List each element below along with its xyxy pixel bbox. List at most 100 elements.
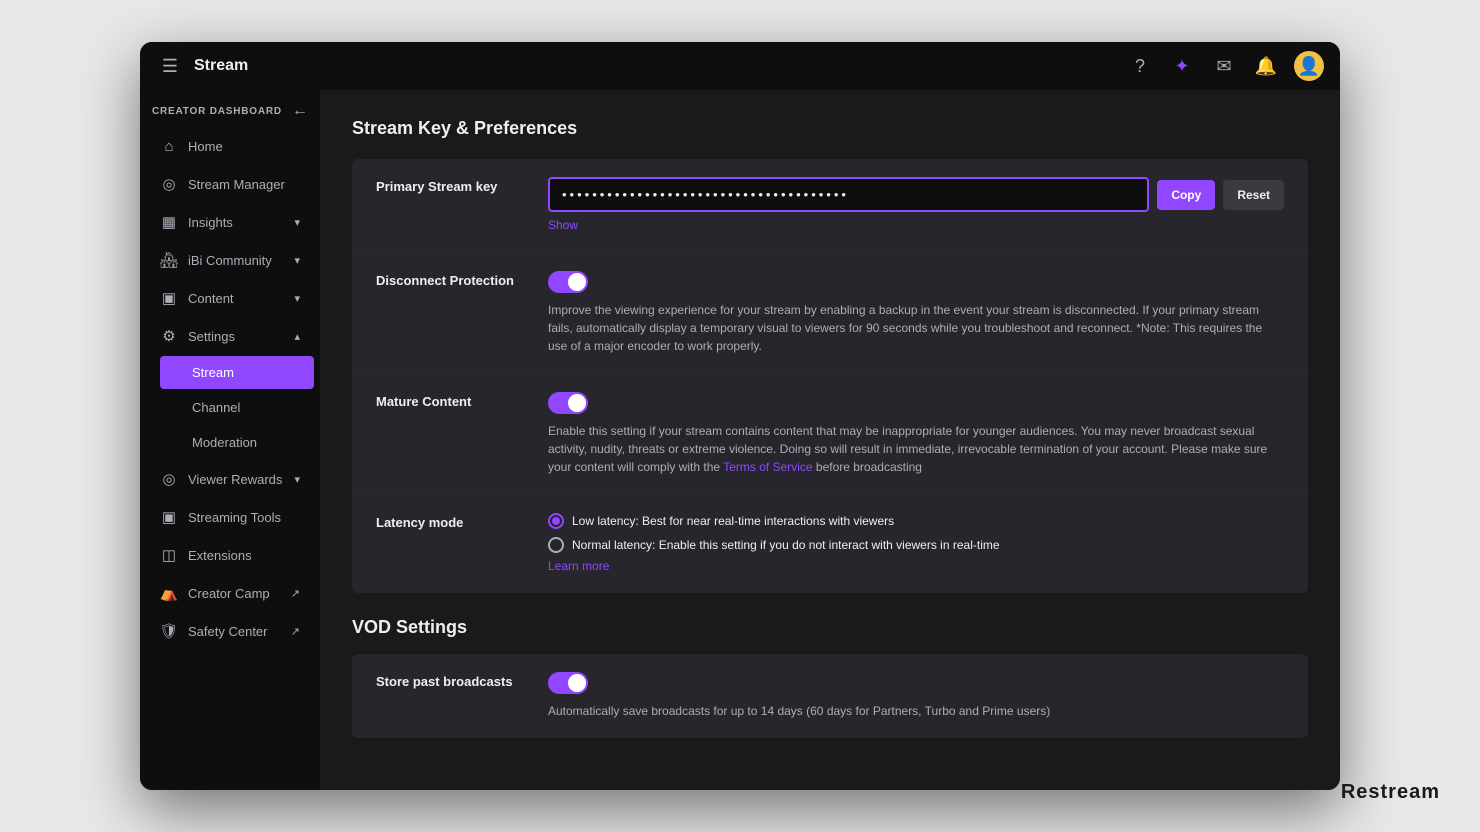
learn-more-link[interactable]: Learn more	[548, 559, 609, 573]
external-link-icon: ↗	[291, 625, 300, 638]
store-broadcasts-toggle[interactable]	[548, 672, 588, 694]
radio-normal-circle	[548, 537, 564, 553]
creator-camp-icon: ⛺	[160, 584, 178, 602]
toggle-knob	[568, 394, 586, 412]
main-window: ☰ Stream ? ✦ ✉ 🔔 👤 Creator Dashboard ← ⌂…	[140, 42, 1340, 790]
sidebar-item-safety-center[interactable]: 🛡 Safety Center ↗	[146, 613, 314, 649]
mature-content-row: Mature Content Enable this setting if yo…	[352, 374, 1308, 495]
content-icon: ▣	[160, 289, 178, 307]
mature-content-label: Mature Content	[376, 392, 536, 409]
toggle-knob	[568, 674, 586, 692]
sidebar-item-label: Home	[188, 139, 223, 154]
viewer-rewards-icon: ◎	[160, 470, 178, 488]
sidebar-item-label: Creator Camp	[188, 586, 270, 601]
sidebar-item-viewer-rewards[interactable]: ◎ Viewer Rewards ▾	[146, 461, 314, 497]
sidebar-item-label: Stream Manager	[188, 177, 285, 192]
titlebar: ☰ Stream ? ✦ ✉ 🔔 👤	[140, 42, 1340, 90]
primary-stream-key-row: Primary Stream key Copy Reset Show	[352, 159, 1308, 253]
store-broadcasts-toggle-row	[548, 672, 1284, 694]
streaming-tools-icon: ▣	[160, 508, 178, 526]
terms-of-service-link[interactable]: Terms of Service	[723, 460, 812, 474]
sidebar-item-label: Content	[188, 291, 234, 306]
mature-content-desc: Enable this setting if your stream conta…	[548, 422, 1284, 476]
sidebar-item-creator-camp[interactable]: ⛺ Creator Camp ↗	[146, 575, 314, 611]
sidebar-item-insights[interactable]: ▦ Insights ▾	[146, 204, 314, 240]
sidebar-item-stream-manager[interactable]: ◎ Stream Manager	[146, 166, 314, 202]
latency-normal-label: Normal latency: Enable this setting if y…	[572, 538, 1000, 552]
chevron-up-icon: ▴	[294, 330, 300, 343]
sidebar-item-community[interactable]: 🏘 iBi Community ▾	[146, 242, 314, 278]
sidebar-item-streaming-tools[interactable]: ▣ Streaming Tools	[146, 499, 314, 535]
home-icon: ⌂	[160, 138, 178, 155]
sidebar-item-moderation[interactable]: Moderation	[160, 426, 314, 459]
disconnect-protection-label: Disconnect Protection	[376, 271, 536, 288]
chevron-down-icon: ▾	[294, 292, 300, 305]
stream-manager-icon: ◎	[160, 175, 178, 193]
mail-icon[interactable]: ✉	[1210, 52, 1238, 80]
sidebar-item-label: Viewer Rewards	[188, 472, 282, 487]
disconnect-protection-toggle[interactable]	[548, 271, 588, 293]
latency-mode-label: Latency mode	[376, 513, 536, 530]
toggle-knob	[568, 273, 586, 291]
reset-button[interactable]: Reset	[1223, 180, 1284, 210]
sidebar: Creator Dashboard ← ⌂ Home ◎ Stream Mana…	[140, 90, 320, 790]
stream-key-input[interactable]	[548, 177, 1149, 212]
show-link[interactable]: Show	[548, 218, 578, 232]
settings-icon: ⚙	[160, 327, 178, 345]
sidebar-item-extensions[interactable]: ◫ Extensions	[146, 537, 314, 573]
mature-content-content: Enable this setting if your stream conta…	[548, 392, 1284, 476]
mature-content-desc-part2: before broadcasting	[813, 460, 922, 474]
latency-low-option[interactable]: Low latency: Best for near real-time int…	[548, 513, 1284, 529]
magic-icon[interactable]: ✦	[1168, 52, 1196, 80]
window-title: Stream	[194, 57, 248, 75]
titlebar-right: ? ✦ ✉ 🔔 👤	[1126, 51, 1324, 81]
latency-mode-row: Latency mode Low latency: Best for near …	[352, 495, 1308, 593]
restream-label: Restream	[1341, 781, 1440, 804]
sidebar-item-label: Channel	[192, 400, 240, 415]
sidebar-item-label: iBi Community	[188, 253, 272, 268]
stream-key-card: Primary Stream key Copy Reset Show Disco…	[352, 159, 1308, 593]
sidebar-header: Creator Dashboard ←	[140, 90, 320, 128]
copy-button[interactable]: Copy	[1157, 180, 1215, 210]
menu-icon[interactable]: ☰	[156, 52, 184, 80]
vod-settings-card: Store past broadcasts Automatically save…	[352, 654, 1308, 738]
store-broadcasts-label: Store past broadcasts	[376, 672, 536, 689]
community-icon: 🏘	[160, 251, 178, 269]
sidebar-header-label: Creator Dashboard	[152, 106, 282, 117]
sidebar-item-label: Streaming Tools	[188, 510, 281, 525]
sidebar-collapse-button[interactable]: ←	[292, 102, 308, 120]
sidebar-item-label: Settings	[188, 329, 235, 344]
latency-mode-radio-group: Low latency: Best for near real-time int…	[548, 513, 1284, 553]
help-icon[interactable]: ?	[1126, 52, 1154, 80]
bell-icon[interactable]: 🔔	[1252, 52, 1280, 80]
extensions-icon: ◫	[160, 546, 178, 564]
main-layout: Creator Dashboard ← ⌂ Home ◎ Stream Mana…	[140, 90, 1340, 790]
mature-content-toggle-row	[548, 392, 1284, 414]
sidebar-item-stream[interactable]: Stream	[160, 356, 314, 389]
store-broadcasts-row: Store past broadcasts Automatically save…	[352, 654, 1308, 738]
disconnect-protection-content: Improve the viewing experience for your …	[548, 271, 1284, 355]
chevron-down-icon: ▾	[294, 254, 300, 267]
sidebar-item-label: Safety Center	[188, 624, 268, 639]
sidebar-item-label: Moderation	[192, 435, 257, 450]
disconnect-protection-desc: Improve the viewing experience for your …	[548, 301, 1284, 355]
sidebar-item-settings[interactable]: ⚙ Settings ▴	[146, 318, 314, 354]
disconnect-protection-toggle-row	[548, 271, 1284, 293]
avatar[interactable]: 👤	[1294, 51, 1324, 81]
stream-key-input-row: Copy Reset	[548, 177, 1284, 212]
latency-normal-option[interactable]: Normal latency: Enable this setting if y…	[548, 537, 1284, 553]
external-link-icon: ↗	[291, 587, 300, 600]
content-area: Stream Key & Preferences Primary Stream …	[320, 90, 1340, 790]
sidebar-item-label: Stream	[192, 365, 234, 380]
store-broadcasts-content: Automatically save broadcasts for up to …	[548, 672, 1284, 720]
titlebar-left: ☰ Stream	[156, 52, 248, 80]
sidebar-item-home[interactable]: ⌂ Home	[146, 129, 314, 164]
store-broadcasts-desc: Automatically save broadcasts for up to …	[548, 702, 1284, 720]
primary-stream-key-label: Primary Stream key	[376, 177, 536, 194]
chevron-down-icon: ▾	[294, 216, 300, 229]
sidebar-item-channel[interactable]: Channel	[160, 391, 314, 424]
sidebar-item-content[interactable]: ▣ Content ▾	[146, 280, 314, 316]
primary-stream-key-content: Copy Reset Show	[548, 177, 1284, 234]
radio-low-circle	[548, 513, 564, 529]
mature-content-toggle[interactable]	[548, 392, 588, 414]
